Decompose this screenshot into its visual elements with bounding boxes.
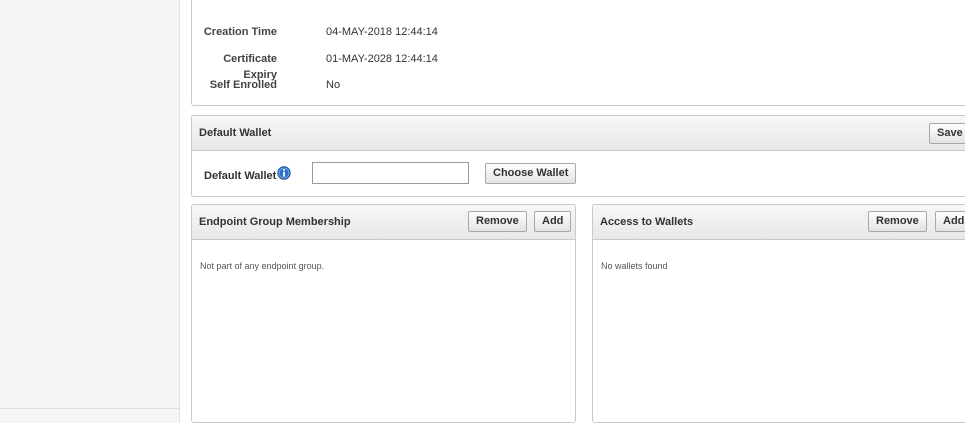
wallets-header: Access to Wallets Remove Add [593,205,965,240]
wallets-empty-text: No wallets found [601,261,668,271]
default-wallet-input[interactable] [312,162,469,184]
endpoint-group-header: Endpoint Group Membership Remove Add [192,205,575,240]
self-enrolled-value: No [326,79,341,91]
wallets-remove-button[interactable]: Remove [868,211,927,232]
endpoint-group-add-button[interactable]: Add [534,211,572,232]
default-wallet-panel: Default Wallet Save Default Wallet Choos… [191,115,965,197]
self-enrolled-label: Self Enrolled [209,79,277,91]
wallets-panel: Access to Wallets Remove Add No wallets … [592,204,965,423]
endpoint-group-body: Not part of any endpoint group. [192,240,575,422]
default-wallet-label: Default Wallet [204,170,277,182]
endpoint-group-panel: Endpoint Group Membership Remove Add Not… [191,204,576,423]
wallets-add-button[interactable]: Add [935,211,965,232]
save-button[interactable]: Save [929,123,965,144]
endpoint-group-empty-text: Not part of any endpoint group. [200,261,325,271]
left-sidebar [0,0,180,423]
certificate-expiry-value: 01-MAY-2028 12:44:14 [326,53,438,65]
sidebar-divider [0,408,179,409]
default-wallet-body: Default Wallet Choose Wallet [192,151,965,197]
wallets-title: Access to Wallets [600,216,694,228]
choose-wallet-button[interactable]: Choose Wallet [485,163,577,184]
info-icon[interactable] [277,166,291,180]
default-wallet-header: Default Wallet Save [192,116,965,151]
default-wallet-title: Default Wallet [199,127,272,139]
creation-time-value: 04-MAY-2018 12:44:14 [326,26,438,38]
endpoint-details-box: Creation Time 04-MAY-2018 12:44:14 Certi… [191,0,965,106]
endpoint-group-remove-button[interactable]: Remove [468,211,527,232]
creation-time-label: Creation Time [203,26,277,38]
endpoint-group-title: Endpoint Group Membership [199,216,351,228]
wallets-body: No wallets found [593,240,965,422]
